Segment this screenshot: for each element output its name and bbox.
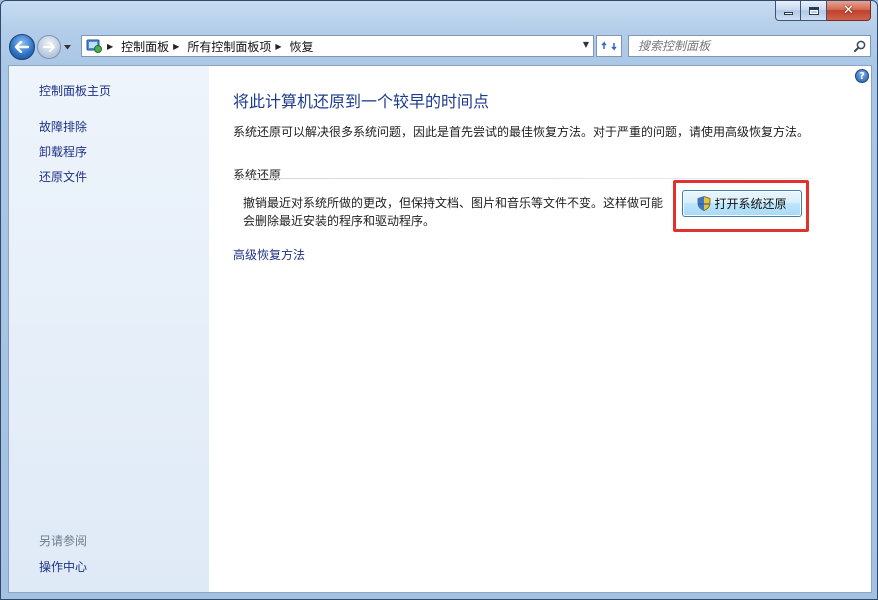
address-dropdown-icon[interactable]: ▼	[583, 40, 589, 49]
close-button[interactable]: ✕	[827, 1, 871, 21]
page-title: 将此计算机还原到一个较早的时间点	[233, 92, 490, 111]
breadcrumb-separator: ▶	[275, 41, 282, 51]
page-description: 系统还原可以解决很多系统问题，因此是首先尝试的最佳恢复方法。对于严重的问题，请使…	[233, 125, 810, 139]
control-panel-icon	[85, 38, 103, 54]
see-also-header: 另请参阅	[39, 534, 88, 548]
minimize-icon	[783, 12, 793, 15]
back-arrow-icon	[15, 41, 29, 53]
breadcrumb-recovery[interactable]: 恢复	[290, 38, 314, 55]
section-header-system-restore: 系统还原	[233, 168, 282, 182]
minimize-button[interactable]	[775, 1, 801, 21]
sidebar-item-action-center[interactable]: 操作中心	[39, 558, 87, 575]
sidebar-item-restore-files[interactable]: 还原文件	[39, 168, 87, 185]
shield-icon	[697, 196, 711, 211]
close-icon: ✕	[843, 3, 854, 18]
help-icon[interactable]: ?	[855, 69, 869, 83]
breadcrumb-all-items[interactable]: 所有控制面板项	[187, 38, 271, 55]
system-restore-description-line: 会删除最近安装的程序和驱动程序。	[243, 214, 436, 228]
explorer-window: ✕ ▶ 控制面板 ▶ 所有控制面板项 ▶ 恢复 ▼ 搜索控制面板 控制面板主页 …	[0, 0, 878, 600]
sidebar-item-troubleshooting[interactable]: 故障排除	[39, 118, 87, 135]
breadcrumb-separator: ▶	[173, 41, 180, 51]
sidebar-item-home[interactable]: 控制面板主页	[39, 82, 111, 99]
open-system-restore-label: 打开系统还原	[714, 197, 787, 211]
refresh-button[interactable]	[596, 35, 622, 57]
forward-button[interactable]	[37, 35, 61, 59]
sidebar-item-uninstall[interactable]: 卸载程序	[39, 143, 87, 160]
sidebar: 控制面板主页 故障排除 卸载程序 还原文件 另请参阅 操作中心	[9, 66, 209, 592]
recent-pages-dropdown[interactable]	[62, 44, 72, 50]
refresh-icon	[601, 41, 617, 51]
search-icon[interactable]	[850, 40, 870, 52]
search-input[interactable]	[629, 37, 850, 55]
main-content: ? 将此计算机还原到一个较早的时间点 系统还原可以解决很多系统问题，因此是首先尝…	[209, 66, 871, 592]
chevron-down-icon	[63, 44, 71, 49]
system-restore-description: 撤销最近对系统所做的更改，但保持文档、图片和音乐等文件不变。这样做可能 会删除最…	[243, 194, 675, 230]
address-bar[interactable]: ▶ 控制面板 ▶ 所有控制面板项 ▶ 恢复 ▼	[81, 35, 594, 57]
breadcrumb-separator: ▶	[107, 41, 114, 51]
caption-buttons: ✕	[775, 1, 871, 21]
search-box[interactable]	[628, 35, 871, 57]
breadcrumb-control-panel[interactable]: 控制面板	[121, 38, 169, 55]
section-divider	[233, 178, 813, 179]
back-button[interactable]	[9, 34, 35, 60]
maximize-button[interactable]	[801, 1, 827, 21]
maximize-icon	[808, 6, 819, 15]
navigation-bar: ▶ 控制面板 ▶ 所有控制面板项 ▶ 恢复 ▼	[9, 33, 871, 61]
advanced-recovery-link[interactable]: 高级恢复方法	[233, 246, 305, 263]
client-area: 控制面板主页 故障排除 卸载程序 还原文件 另请参阅 操作中心 ? 将此计算机还…	[8, 65, 872, 593]
forward-arrow-icon	[43, 42, 55, 52]
system-restore-description-line: 撤销最近对系统所做的更改，但保持文档、图片和音乐等文件不变。这样做可能	[243, 196, 664, 210]
open-system-restore-button[interactable]: 打开系统还原	[682, 190, 802, 217]
